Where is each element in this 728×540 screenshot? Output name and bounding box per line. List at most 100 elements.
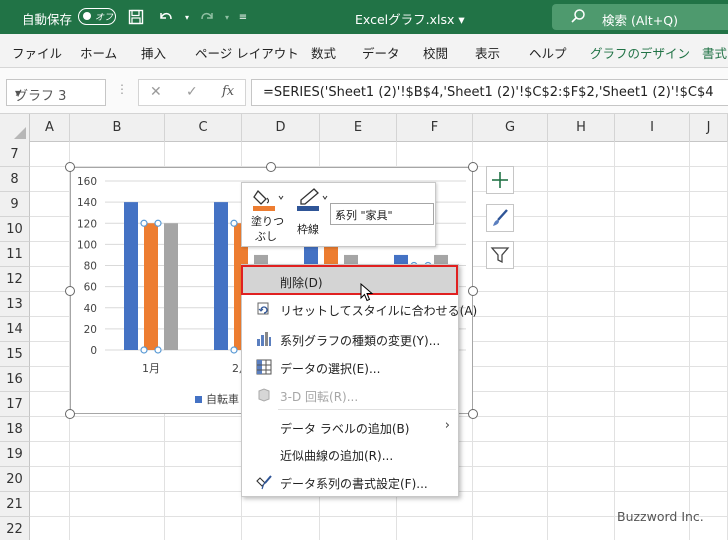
menu-item-label: 3-D 回転(R)... [280,390,359,404]
y-tick-label: 60 [84,282,97,294]
row-header[interactable]: 22 [0,517,30,540]
redo-icon[interactable] [196,6,218,28]
chevron-right-icon: › [444,418,450,433]
brush-icon [493,209,508,226]
ribbon-tab[interactable]: 書式 [702,43,727,62]
search-icon [571,9,585,23]
file-name[interactable]: Excelグラフ.xlsx ▾ [355,9,465,28]
bar-selection-handle [140,219,148,227]
column-header[interactable]: G [473,114,548,142]
column-header[interactable]: H [548,114,615,142]
column-header[interactable]: C [165,114,242,142]
reset-style-icon [256,301,272,317]
row-header[interactable]: 16 [0,367,30,392]
chart-resize-handle[interactable] [468,162,478,172]
enter-icon[interactable]: ✓ [186,84,198,100]
chart-resize-handle[interactable] [65,286,75,296]
ribbon-tab[interactable]: グラフのデザイン [590,43,690,62]
undo-dropdown-icon[interactable]: ▾ [176,6,198,28]
context-menu-item[interactable]: データ系列の書式設定(F)... [242,468,458,496]
ribbon-tabs: ファイル ホーム 挿入 ページ レイアウト 数式 データ 校閲 表示 ヘルプ グラフのデザイン 書式 [0,34,728,68]
chevron-down-icon[interactable]: ▼ [15,89,100,98]
column-header[interactable]: J [690,114,728,142]
ribbon-tab[interactable]: ファイル [12,43,62,62]
formula-bar: グラフ 3 ▼ ⋮ ✕ ✓ fx =SERIES('Sheet1 (2)'!$B… [0,68,728,114]
ribbon-tab[interactable]: ページ レイアウト [195,43,299,62]
name-box[interactable]: グラフ 3 ▼ [6,79,106,106]
ribbon-tab[interactable]: 表示 [475,43,500,62]
ribbon-tab[interactable]: ホーム [80,43,117,62]
row-header[interactable]: 20 [0,467,30,492]
column-header[interactable]: E [320,114,397,142]
y-tick-label: 20 [84,324,97,336]
row-header[interactable]: 7 [0,142,30,167]
ribbon-tab[interactable]: 校閲 [423,43,448,62]
y-tick-label: 160 [77,176,97,188]
chart-resize-handle[interactable] [468,286,478,296]
formula-controls: ✕ ✓ fx [138,79,246,106]
chart-elements-button[interactable] [486,166,514,194]
bar-selection-handle [154,346,162,354]
column-header[interactable]: B [70,114,165,142]
ribbon-tab[interactable]: データ [362,43,400,62]
formula-input[interactable]: =SERIES('Sheet1 (2)'!$B$4,'Sheet1 (2)'!$… [251,79,728,106]
series-select[interactable]: 系列 "家具" ⌄ [330,203,434,225]
bar-selection-handle [230,346,238,354]
cancel-icon[interactable]: ✕ [150,84,162,100]
chevron-down-icon: ⌄ [335,209,343,219]
row-header[interactable]: 19 [0,442,30,467]
row-header[interactable]: 8 [0,167,30,192]
row-header[interactable]: 9 [0,192,30,217]
undo-icon[interactable] [155,6,177,28]
customize-toolbar-icon[interactable]: ≡ [232,6,254,28]
y-tick-label: 80 [84,261,97,273]
save-icon[interactable] [125,6,147,28]
row-header[interactable]: 15 [0,342,30,367]
chart-resize-handle[interactable] [65,162,75,172]
context-menu-item: 3-D 回転(R)... [242,381,458,409]
outline-button[interactable] [296,187,328,211]
row-header[interactable]: 14 [0,317,30,342]
row-header[interactable]: 21 [0,492,30,517]
row-header[interactable]: 13 [0,292,30,317]
bar [124,202,138,350]
context-menu-item[interactable]: 系列グラフの種類の変更(Y)... [242,325,458,353]
context-menu-item[interactable]: データ ラベルの追加(B) › [242,413,458,441]
fill-button[interactable] [252,187,284,211]
row-header[interactable]: 17 [0,392,30,417]
menu-item-label: 近似曲線の追加(R)... [280,449,394,463]
chart-resize-handle[interactable] [468,409,478,419]
row-header[interactable]: 12 [0,267,30,292]
chart-styles-button[interactable] [486,204,514,232]
column-header[interactable]: I [615,114,690,142]
ribbon-tab[interactable]: 数式 [311,43,336,62]
ribbon-tab[interactable]: 挿入 [141,43,166,62]
context-menu-item[interactable]: リセットしてスタイルに合わせる(A) [242,295,477,323]
search-box[interactable]: 検索 (Alt+Q) [552,4,728,30]
row-header[interactable]: 10 [0,217,30,242]
column-header[interactable]: F [397,114,473,142]
fill-label-line2: ぶし [255,230,277,243]
context-menu-item[interactable]: データの選択(E)... [242,353,458,381]
formula-text: =SERIES('Sheet1 (2)'!$B$4,'Sheet1 (2)'!$… [263,85,714,100]
formula-bar-separator[interactable]: ⋮ [116,82,128,104]
chart-filters-button[interactable] [486,241,514,269]
autosave-label: 自動保存 [22,12,73,27]
chart-legend[interactable]: 自転車 [195,391,239,407]
column-header[interactable]: D [242,114,320,142]
column-header[interactable]: A [30,114,70,142]
chart-resize-handle[interactable] [266,162,276,172]
row-header[interactable]: 11 [0,242,30,267]
insert-function-icon[interactable]: fx [222,84,234,99]
search-placeholder: 検索 (Alt+Q) [602,13,678,28]
ribbon-tab[interactable]: ヘルプ [529,43,567,62]
autosave-toggle[interactable]: オフ [78,8,116,25]
chart-resize-handle[interactable] [65,409,75,419]
context-menu: 削除(D) リセットしてスタイルに合わせる(A) 系列グラフの種類の変更(Y)...… [241,264,477,497]
outline-label: 枠線 [297,223,319,236]
context-menu-item[interactable]: 近似曲線の追加(R)... [242,440,458,468]
row-header[interactable]: 18 [0,417,30,442]
bar-selection-handle [230,219,238,227]
select-all-corner[interactable] [0,114,30,142]
legend-entry: 自転車 [206,393,239,406]
